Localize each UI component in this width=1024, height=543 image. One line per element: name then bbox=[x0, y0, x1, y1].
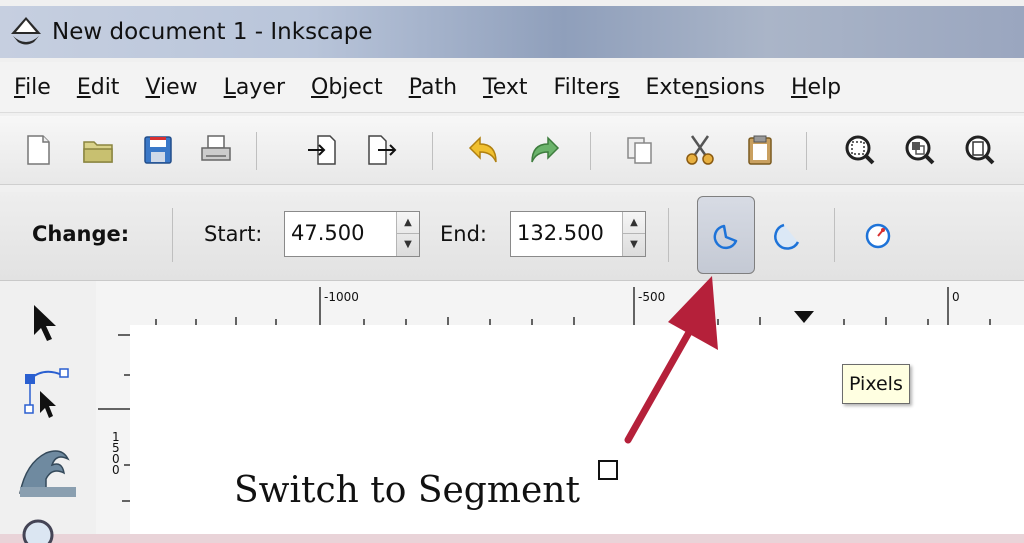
make-whole-ellipse-icon[interactable] bbox=[862, 220, 894, 252]
tweak-wave-icon[interactable] bbox=[16, 443, 80, 501]
end-input[interactable] bbox=[517, 221, 613, 245]
ruler-label-zero: 0 bbox=[952, 290, 960, 304]
arc-open-icon[interactable] bbox=[772, 220, 804, 252]
toolbar-separator bbox=[834, 208, 835, 262]
selector-arrow-icon[interactable] bbox=[28, 301, 64, 347]
inkscape-window: New document 1 - Inkscape File Edit View… bbox=[0, 0, 1024, 543]
export-icon[interactable] bbox=[364, 132, 400, 168]
menu-file[interactable]: File bbox=[14, 75, 51, 100]
toolbar-separator bbox=[256, 132, 257, 170]
node-editor-icon[interactable] bbox=[18, 365, 78, 425]
start-increment-icon[interactable]: ▲ bbox=[397, 212, 419, 234]
menu-text[interactable]: Text bbox=[483, 75, 528, 100]
menu-layer[interactable]: Layer bbox=[224, 75, 285, 100]
toolbar-separator bbox=[172, 208, 173, 262]
start-decrement-icon[interactable]: ▼ bbox=[397, 234, 419, 255]
end-label: End: bbox=[440, 222, 487, 246]
menu-object[interactable]: Object bbox=[311, 75, 383, 100]
start-input[interactable] bbox=[291, 221, 387, 245]
ruler-unit-tooltip: Pixels bbox=[842, 364, 910, 404]
switch-to-segment-button[interactable] bbox=[697, 196, 755, 274]
redo-icon[interactable] bbox=[526, 132, 562, 168]
new-document-icon[interactable] bbox=[20, 132, 56, 168]
toolbar-separator bbox=[806, 132, 807, 170]
start-stepper[interactable]: ▲ ▼ bbox=[396, 212, 419, 256]
window-title: New document 1 - Inkscape bbox=[52, 19, 373, 45]
menu-filters[interactable]: Filters bbox=[554, 75, 620, 100]
commands-toolbar bbox=[0, 116, 1024, 185]
inkscape-logo-icon bbox=[11, 17, 41, 45]
end-spinbox[interactable]: ▲ ▼ bbox=[510, 211, 646, 257]
menu-edit[interactable]: Edit bbox=[77, 75, 120, 100]
change-label: Change: bbox=[32, 222, 130, 246]
shape-handle-square bbox=[598, 460, 618, 480]
menu-path[interactable]: Path bbox=[409, 75, 457, 100]
toolbar-separator bbox=[590, 132, 591, 170]
zoom-selection-icon[interactable] bbox=[842, 132, 878, 168]
end-increment-icon[interactable]: ▲ bbox=[623, 212, 645, 234]
toolbar-separator bbox=[432, 132, 433, 170]
toolbox bbox=[0, 281, 97, 543]
zoom-drawing-icon[interactable] bbox=[902, 132, 938, 168]
undo-icon[interactable] bbox=[466, 132, 502, 168]
zoom-page-icon[interactable] bbox=[962, 132, 998, 168]
menu-view[interactable]: View bbox=[145, 75, 197, 100]
end-stepper[interactable]: ▲ ▼ bbox=[622, 212, 645, 256]
vertical-ruler-label: 1500 bbox=[112, 430, 120, 477]
start-spinbox[interactable]: ▲ ▼ bbox=[284, 211, 420, 257]
tutorial-annotation: Switch to Segment bbox=[234, 470, 580, 511]
paste-icon[interactable] bbox=[742, 132, 778, 168]
toolbar-separator bbox=[668, 208, 669, 262]
start-label: Start: bbox=[204, 222, 263, 246]
zoom-tool-icon[interactable] bbox=[18, 513, 68, 543]
title-bar: New document 1 - Inkscape bbox=[0, 6, 1024, 58]
print-icon[interactable] bbox=[198, 132, 234, 168]
menu-bar: File Edit View Layer Object Path Text Fi… bbox=[0, 62, 1024, 113]
open-folder-icon[interactable] bbox=[80, 132, 116, 168]
ruler-label-neg1000: -1000 bbox=[324, 290, 359, 304]
ruler-position-marker bbox=[794, 311, 814, 323]
save-icon[interactable] bbox=[140, 132, 176, 168]
copy-icon[interactable] bbox=[622, 132, 658, 168]
end-decrement-icon[interactable]: ▼ bbox=[623, 234, 645, 255]
menu-extensions[interactable]: Extensions bbox=[645, 75, 765, 100]
import-icon[interactable] bbox=[304, 132, 340, 168]
ruler-label-neg500: -500 bbox=[638, 290, 666, 304]
menu-help[interactable]: Help bbox=[791, 75, 841, 100]
cut-icon[interactable] bbox=[682, 132, 718, 168]
horizontal-ruler[interactable] bbox=[96, 281, 1024, 325]
segment-arc-icon bbox=[713, 224, 738, 250]
